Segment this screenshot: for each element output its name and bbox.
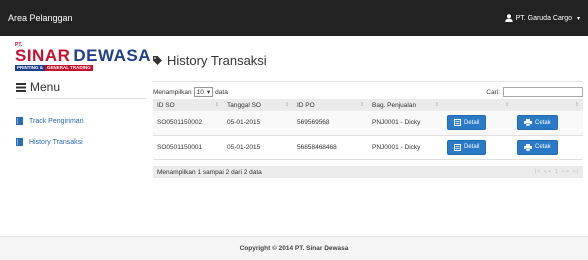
search-input[interactable] xyxy=(503,87,583,97)
cell-detail: Detail xyxy=(443,135,513,159)
cetak-button[interactable]: Cetak xyxy=(517,139,558,155)
detail-button-label: Detail xyxy=(464,144,480,150)
sidebar-divider xyxy=(16,98,146,99)
page-title-text: History Transaksi xyxy=(167,53,267,68)
logo-tagline-b: GENERAL TRADING xyxy=(45,65,93,71)
chevron-down-icon: ▾ xyxy=(206,89,211,96)
cell-id-po: 569569568 xyxy=(297,119,330,127)
navbar-brand[interactable]: Area Pelanggan xyxy=(8,13,73,23)
cell-tanggal-so: 05-01-2015 xyxy=(227,143,261,151)
column-header-id-so[interactable]: ID SO ⇕ xyxy=(153,99,223,111)
cell-id-so: SO0501150001 xyxy=(157,143,203,151)
table-footer: Menampilkan 1 sampai 2 dari 2 data |< <<… xyxy=(153,166,583,178)
logo-tagline-a: PRINTING & xyxy=(15,65,46,71)
sort-icon: ⇕ xyxy=(284,101,289,108)
page-title: History Transaksi xyxy=(153,53,267,68)
cell-bag-penjualan: PNJ0001 - Dicky xyxy=(372,143,421,151)
logo-wordmark: SINAR DEWASA xyxy=(15,46,151,65)
logo-tagline: PRINTING & GENERAL TRADING xyxy=(15,65,147,71)
user-icon xyxy=(504,14,513,22)
sidebar-menu-label: Menu xyxy=(30,80,61,94)
length-select[interactable]: 10 ▾ xyxy=(193,87,214,97)
title-divider xyxy=(153,81,583,82)
tag-icon xyxy=(153,56,162,65)
length-prefix: Menampilkan xyxy=(153,88,192,96)
table-info: Menampilkan 1 sampai 2 dari 2 data xyxy=(157,168,262,176)
list-icon xyxy=(16,82,26,92)
detail-button-label: Detail xyxy=(464,119,480,126)
transaction-table: ID SO ⇕ Tanggal SO ⇕ ID PO ⇕ Bag. Penjualan… xyxy=(153,99,583,160)
sort-icon: ⇕ xyxy=(504,102,509,108)
company-logo[interactable]: PT. SINAR DEWASA PRINTING & GENERAL TRADIN… xyxy=(15,42,151,71)
cell-cetak: Cetak xyxy=(513,135,583,159)
table-header-row: ID SO ⇕ Tanggal SO ⇕ ID PO ⇕ Bag. Penjualan… xyxy=(153,99,583,111)
copyright-text: Copyright © 2014 PT. Sinar Dewasa xyxy=(239,245,349,252)
length-value: 10 xyxy=(196,88,204,96)
column-header-bag-penjualan[interactable]: Bag. Penjualan ⇕ xyxy=(368,99,443,111)
sort-icon: ⇕ xyxy=(359,101,364,108)
cetak-button[interactable]: Cetak xyxy=(517,115,558,131)
print-icon xyxy=(524,119,532,127)
detail-button[interactable]: Detail xyxy=(447,115,487,131)
pagination[interactable]: |< << 1 >> >| xyxy=(535,169,579,175)
sidebar-item-track-pengiriman[interactable]: Track Pengiriman xyxy=(16,117,84,125)
cell-id-po: 56858468468 xyxy=(297,143,337,151)
cell-bag-penjualan: PNJ0001 - Dicky xyxy=(372,119,421,127)
sidebar-item-label: History Transaksi xyxy=(29,138,83,146)
table-row: SO0501150002 05-01-2015 569569568 PNJ000… xyxy=(153,111,583,135)
sort-icon: ⇕ xyxy=(214,101,219,108)
sort-icon: ⇕ xyxy=(574,102,579,108)
length-control: Menampilkan 10 ▾ data xyxy=(153,87,228,97)
cetak-button-label: Cetak xyxy=(535,144,551,150)
print-icon xyxy=(524,143,532,151)
length-suffix: data xyxy=(215,88,228,96)
book-icon xyxy=(16,117,23,125)
logo-sinar: SINAR xyxy=(15,46,71,65)
cetak-button-label: Cetak xyxy=(535,119,551,126)
cell-tanggal-so: 05-01-2015 xyxy=(227,119,261,127)
top-navbar: Area Pelanggan PT. Garuda Cargo ▾ xyxy=(0,0,588,36)
user-menu[interactable]: PT. Garuda Cargo ▾ xyxy=(504,14,580,22)
column-header-detail[interactable]: ⇕ xyxy=(443,99,513,111)
sidebar-menu-title: Menu xyxy=(16,80,60,94)
column-header-id-po[interactable]: ID PO ⇕ xyxy=(293,99,368,111)
list-alt-icon xyxy=(454,143,461,151)
sidebar-item-history-transaksi[interactable]: History Transaksi xyxy=(16,138,83,146)
logo-dewasa: DEWASA xyxy=(73,46,152,65)
sidebar-item-label: Track Pengiriman xyxy=(29,117,84,125)
cell-detail: Detail xyxy=(443,111,513,135)
chevron-down-icon: ▾ xyxy=(576,15,580,22)
cell-cetak: Cetak xyxy=(513,111,583,135)
page-footer: Copyright © 2014 PT. Sinar Dewasa xyxy=(0,236,588,260)
sort-icon: ⇕ xyxy=(434,101,439,108)
table-row: SO0501150001 05-01-2015 56858468468 PNJ0… xyxy=(153,135,583,159)
search-control: Cari: xyxy=(486,87,583,97)
user-name: PT. Garuda Cargo xyxy=(515,14,572,22)
column-header-cetak[interactable]: ⇕ xyxy=(513,99,583,111)
search-label: Cari: xyxy=(486,88,500,96)
cell-id-so: SO0501150002 xyxy=(157,119,203,127)
detail-button[interactable]: Detail xyxy=(447,139,487,155)
list-alt-icon xyxy=(454,119,461,127)
book-icon xyxy=(16,138,23,146)
column-header-tanggal-so[interactable]: Tanggal SO ⇕ xyxy=(223,99,293,111)
table-controls: Menampilkan 10 ▾ data Cari: xyxy=(153,86,583,98)
